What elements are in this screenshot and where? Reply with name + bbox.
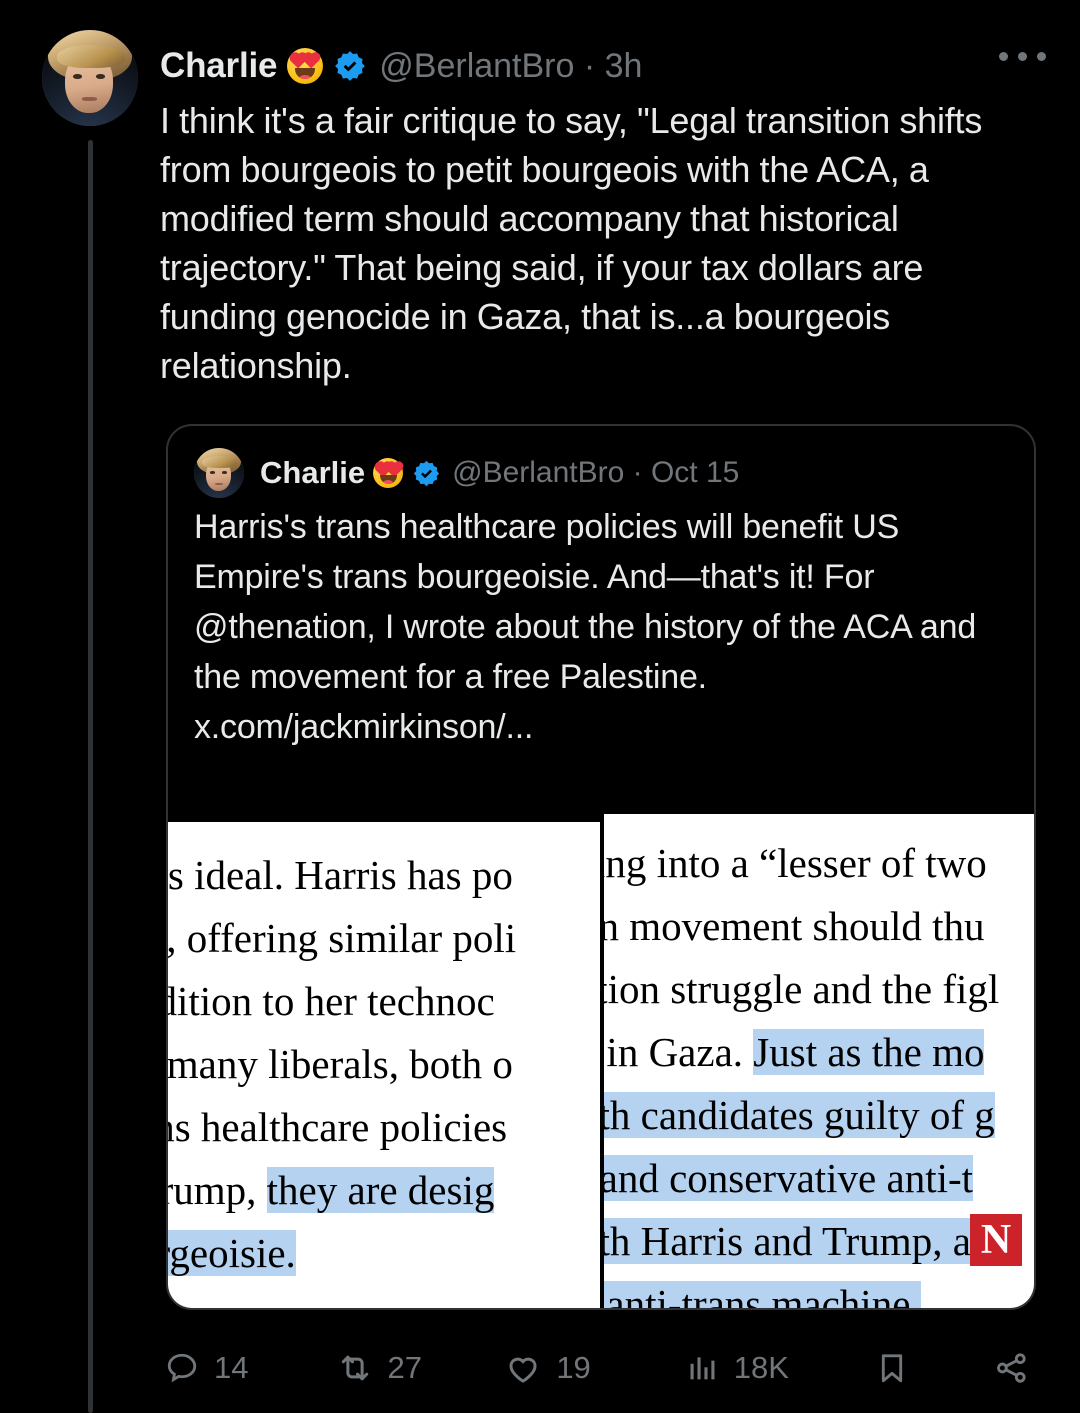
reply-icon: [164, 1350, 200, 1386]
article-line: y many liberals, both o: [168, 1041, 513, 1087]
article-line: e anti-trans machine.: [603, 1273, 999, 1308]
article-text-left: , is ideal. Harris has po er, offering s…: [168, 844, 516, 1285]
reply-count: 14: [214, 1350, 249, 1385]
article-text-highlighted: e anti-trans machine.: [603, 1281, 921, 1308]
article-line: er, offering similar poli: [168, 915, 517, 961]
post-author-row[interactable]: Charlie @BerlantBro · 3h: [160, 44, 642, 88]
more-options-icon[interactable]: [999, 52, 1046, 61]
heart-eyes-emoji: [287, 48, 324, 84]
author-display-name: Charlie: [160, 46, 278, 85]
heart-icon: [504, 1349, 542, 1387]
post-action-bar[interactable]: 14 27 19 18K: [164, 1340, 1044, 1396]
repost-icon: [336, 1349, 374, 1387]
article-screenshot-left[interactable]: , is ideal. Harris has po er, offering s…: [168, 822, 600, 1308]
article-text-highlighted: Just as the mo: [753, 1029, 985, 1075]
bookmark-icon: [874, 1350, 910, 1386]
views-count: 18K: [733, 1350, 789, 1385]
quoted-heart-eyes-emoji: [373, 458, 404, 488]
like-count: 19: [556, 1350, 591, 1385]
the-nation-logo: N: [970, 1214, 1022, 1266]
thread-connector-line: [88, 140, 93, 1413]
article-text-highlighted: oth Harris and Trump, as: [603, 1218, 987, 1264]
post-body-text: I think it's a fair critique to say, "Le…: [160, 100, 983, 386]
share-button[interactable]: [994, 1350, 1044, 1386]
quoted-media-grid[interactable]: , is ideal. Harris has po er, offering s…: [168, 814, 1034, 1308]
article-text-plain: Trump,: [168, 1167, 257, 1213]
article-text-highlighted: they are desig: [266, 1167, 495, 1213]
article-line: ddition to her technoc: [168, 978, 495, 1024]
repost-count: 27: [387, 1350, 423, 1385]
like-button[interactable]: 19: [504, 1349, 591, 1387]
bookmark-button[interactable]: [874, 1350, 924, 1386]
views-button[interactable]: 18K: [686, 1350, 789, 1386]
avatar[interactable]: [42, 30, 138, 126]
quoted-post-body-text: Harris's trans healthcare policies will …: [194, 508, 977, 746]
article-line: oth candidates guilty of g: [603, 1084, 999, 1147]
avatar-photo: [42, 30, 138, 126]
share-icon: [994, 1350, 1030, 1386]
quoted-author-row[interactable]: Charlie @BerlantBro · Oct 15: [168, 426, 1034, 498]
quoted-avatar: [194, 448, 244, 498]
article-line: l and conservative anti-t: [603, 1147, 999, 1210]
article-line: on movement should thu: [603, 903, 985, 949]
article-line: Trump, they are desig: [168, 1159, 516, 1222]
article-text-plain: e in Gaza.: [604, 1029, 744, 1075]
article-screenshot-right[interactable]: sing into a “lesser of two on movement s…: [603, 814, 1034, 1308]
reply-button[interactable]: 14: [164, 1350, 248, 1386]
quoted-verified-badge-icon: [412, 459, 441, 488]
article-line: oth Harris and Trump, as: [603, 1210, 999, 1273]
article-line: sing into a “lesser of two: [603, 840, 987, 886]
article-line: urgeoisie.: [168, 1222, 516, 1285]
repost-button[interactable]: 27: [336, 1349, 422, 1387]
article-text-highlighted: oth candidates guilty of g: [603, 1092, 995, 1138]
verified-badge-icon: [333, 49, 367, 83]
quoted-post-card[interactable]: Charlie @BerlantBro · Oct 15 Harris's tr…: [166, 424, 1036, 1310]
article-line: ation struggle and the figl: [603, 966, 1000, 1012]
quoted-author-display-name: Charlie: [260, 455, 366, 490]
article-line: , is ideal. Harris has po: [168, 852, 513, 898]
tweet-screen: Charlie @BerlantBro · 3h I think it's a …: [0, 0, 1080, 1413]
article-line: e in Gaza. Just as the mo: [604, 1021, 999, 1084]
analytics-icon: [686, 1351, 720, 1385]
article-line: ans healthcare policies: [168, 1104, 508, 1150]
author-handle-timestamp: @BerlantBro · 3h: [379, 46, 643, 85]
quoted-author-handle-timestamp: @BerlantBro · Oct 15: [452, 456, 740, 489]
article-text-right: sing into a “lesser of two on movement s…: [603, 832, 1000, 1308]
article-text-highlighted: l and conservative anti-t: [603, 1155, 974, 1201]
article-text-highlighted: urgeoisie.: [168, 1230, 296, 1276]
